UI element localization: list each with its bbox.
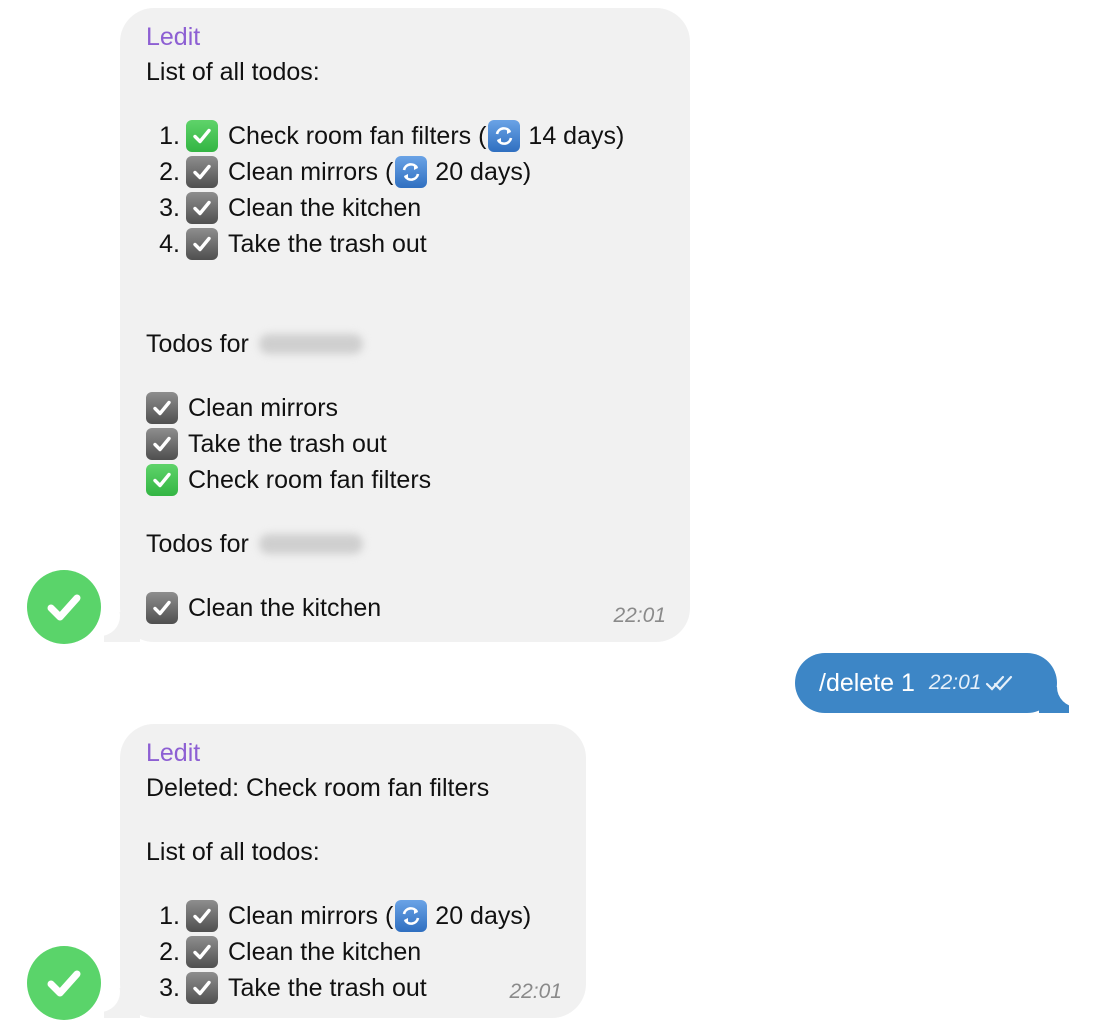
group-label: Todos for — [146, 330, 249, 358]
item-text: Clean the kitchen — [188, 594, 382, 622]
group-heading: Todos for — [146, 526, 666, 562]
sender-name[interactable]: Ledit — [146, 736, 562, 770]
list-item: Clean the kitchen — [146, 590, 666, 626]
bubble-tail — [104, 612, 140, 642]
repeat-interval: 20 days) — [435, 158, 532, 186]
list-item: 1. Clean mirrors ( 20 days) — [146, 898, 562, 934]
grey-checkbox-icon — [186, 228, 218, 260]
message-text: List of all todos: — [146, 838, 320, 866]
item-text: Clean the kitchen — [228, 194, 422, 222]
bubble-tail — [1039, 687, 1069, 713]
grey-checkbox-icon — [146, 392, 178, 424]
incoming-message-1: Ledit List of all todos: 1. Check room f… — [104, 8, 690, 642]
item-text: Check room fan filters — [188, 466, 432, 494]
message-time: 22:01 — [928, 671, 982, 694]
list-item: 4. Take the trash out — [146, 226, 666, 262]
grey-checkbox-icon — [186, 972, 218, 1004]
list-item: Clean mirrors — [146, 390, 666, 426]
item-number: 2. — [159, 158, 180, 186]
message-time: 22:01 — [509, 980, 562, 1003]
incoming-message-2: Ledit Deleted: Check room fan filters Li… — [104, 724, 586, 1018]
list-item: 3. Clean the kitchen — [146, 190, 666, 226]
list-item: 3. Take the trash out — [146, 970, 562, 1006]
message-text: List of all todos: — [146, 58, 320, 86]
bubble-tail — [104, 988, 140, 1018]
item-text: Clean mirrors ( — [228, 158, 394, 186]
item-number: 1. — [159, 122, 180, 150]
item-text: Clean the kitchen — [228, 938, 422, 966]
blurred-username — [258, 334, 363, 354]
bot-avatar[interactable] — [27, 946, 101, 1020]
grey-checkbox-icon — [146, 592, 178, 624]
item-text: Clean mirrors — [188, 394, 339, 422]
double-check-icon — [985, 674, 1015, 692]
item-text: Check room fan filters ( — [228, 122, 487, 150]
group-heading: Todos for — [146, 326, 666, 362]
sender-name[interactable]: Ledit — [146, 20, 666, 54]
blurred-username — [258, 534, 363, 554]
list-item: Take the trash out — [146, 426, 666, 462]
item-number: 4. — [159, 230, 180, 258]
item-number: 3. — [159, 974, 180, 1002]
group-label: Todos for — [146, 530, 249, 558]
grey-checkbox-icon — [146, 428, 178, 460]
grey-checkbox-icon — [186, 900, 218, 932]
grey-checkbox-icon — [186, 156, 218, 188]
repeat-icon — [395, 156, 428, 188]
item-number: 2. — [159, 938, 180, 966]
green-checkbox-icon — [146, 464, 178, 496]
item-number: 3. — [159, 194, 180, 222]
item-number: 1. — [159, 902, 180, 930]
list-item: Check room fan filters — [146, 462, 666, 498]
repeat-interval: 14 days) — [528, 122, 625, 150]
message-text: /delete 1 — [819, 668, 915, 697]
item-text: Clean mirrors ( — [228, 902, 394, 930]
repeat-icon — [395, 900, 428, 932]
list-item: 2. Clean the kitchen — [146, 934, 562, 970]
message-time: 22:01 — [613, 604, 666, 627]
item-text: Take the trash out — [228, 974, 427, 1002]
message-text: Deleted: Check room fan filters — [146, 774, 490, 802]
repeat-interval: 20 days) — [435, 902, 532, 930]
grey-checkbox-icon — [186, 936, 218, 968]
bot-avatar[interactable] — [27, 570, 101, 644]
item-text: Take the trash out — [188, 430, 387, 458]
green-checkbox-icon — [186, 120, 218, 152]
item-text: Take the trash out — [228, 230, 427, 258]
list-item: 1. Check room fan filters ( 14 days) — [146, 118, 666, 154]
checkmark-icon — [47, 594, 81, 621]
checkmark-icon — [47, 970, 81, 997]
repeat-icon — [488, 120, 521, 152]
list-item: 2. Clean mirrors ( 20 days) — [146, 154, 666, 190]
grey-checkbox-icon — [186, 192, 218, 224]
outgoing-message: /delete 1 22:01 — [795, 653, 1069, 713]
